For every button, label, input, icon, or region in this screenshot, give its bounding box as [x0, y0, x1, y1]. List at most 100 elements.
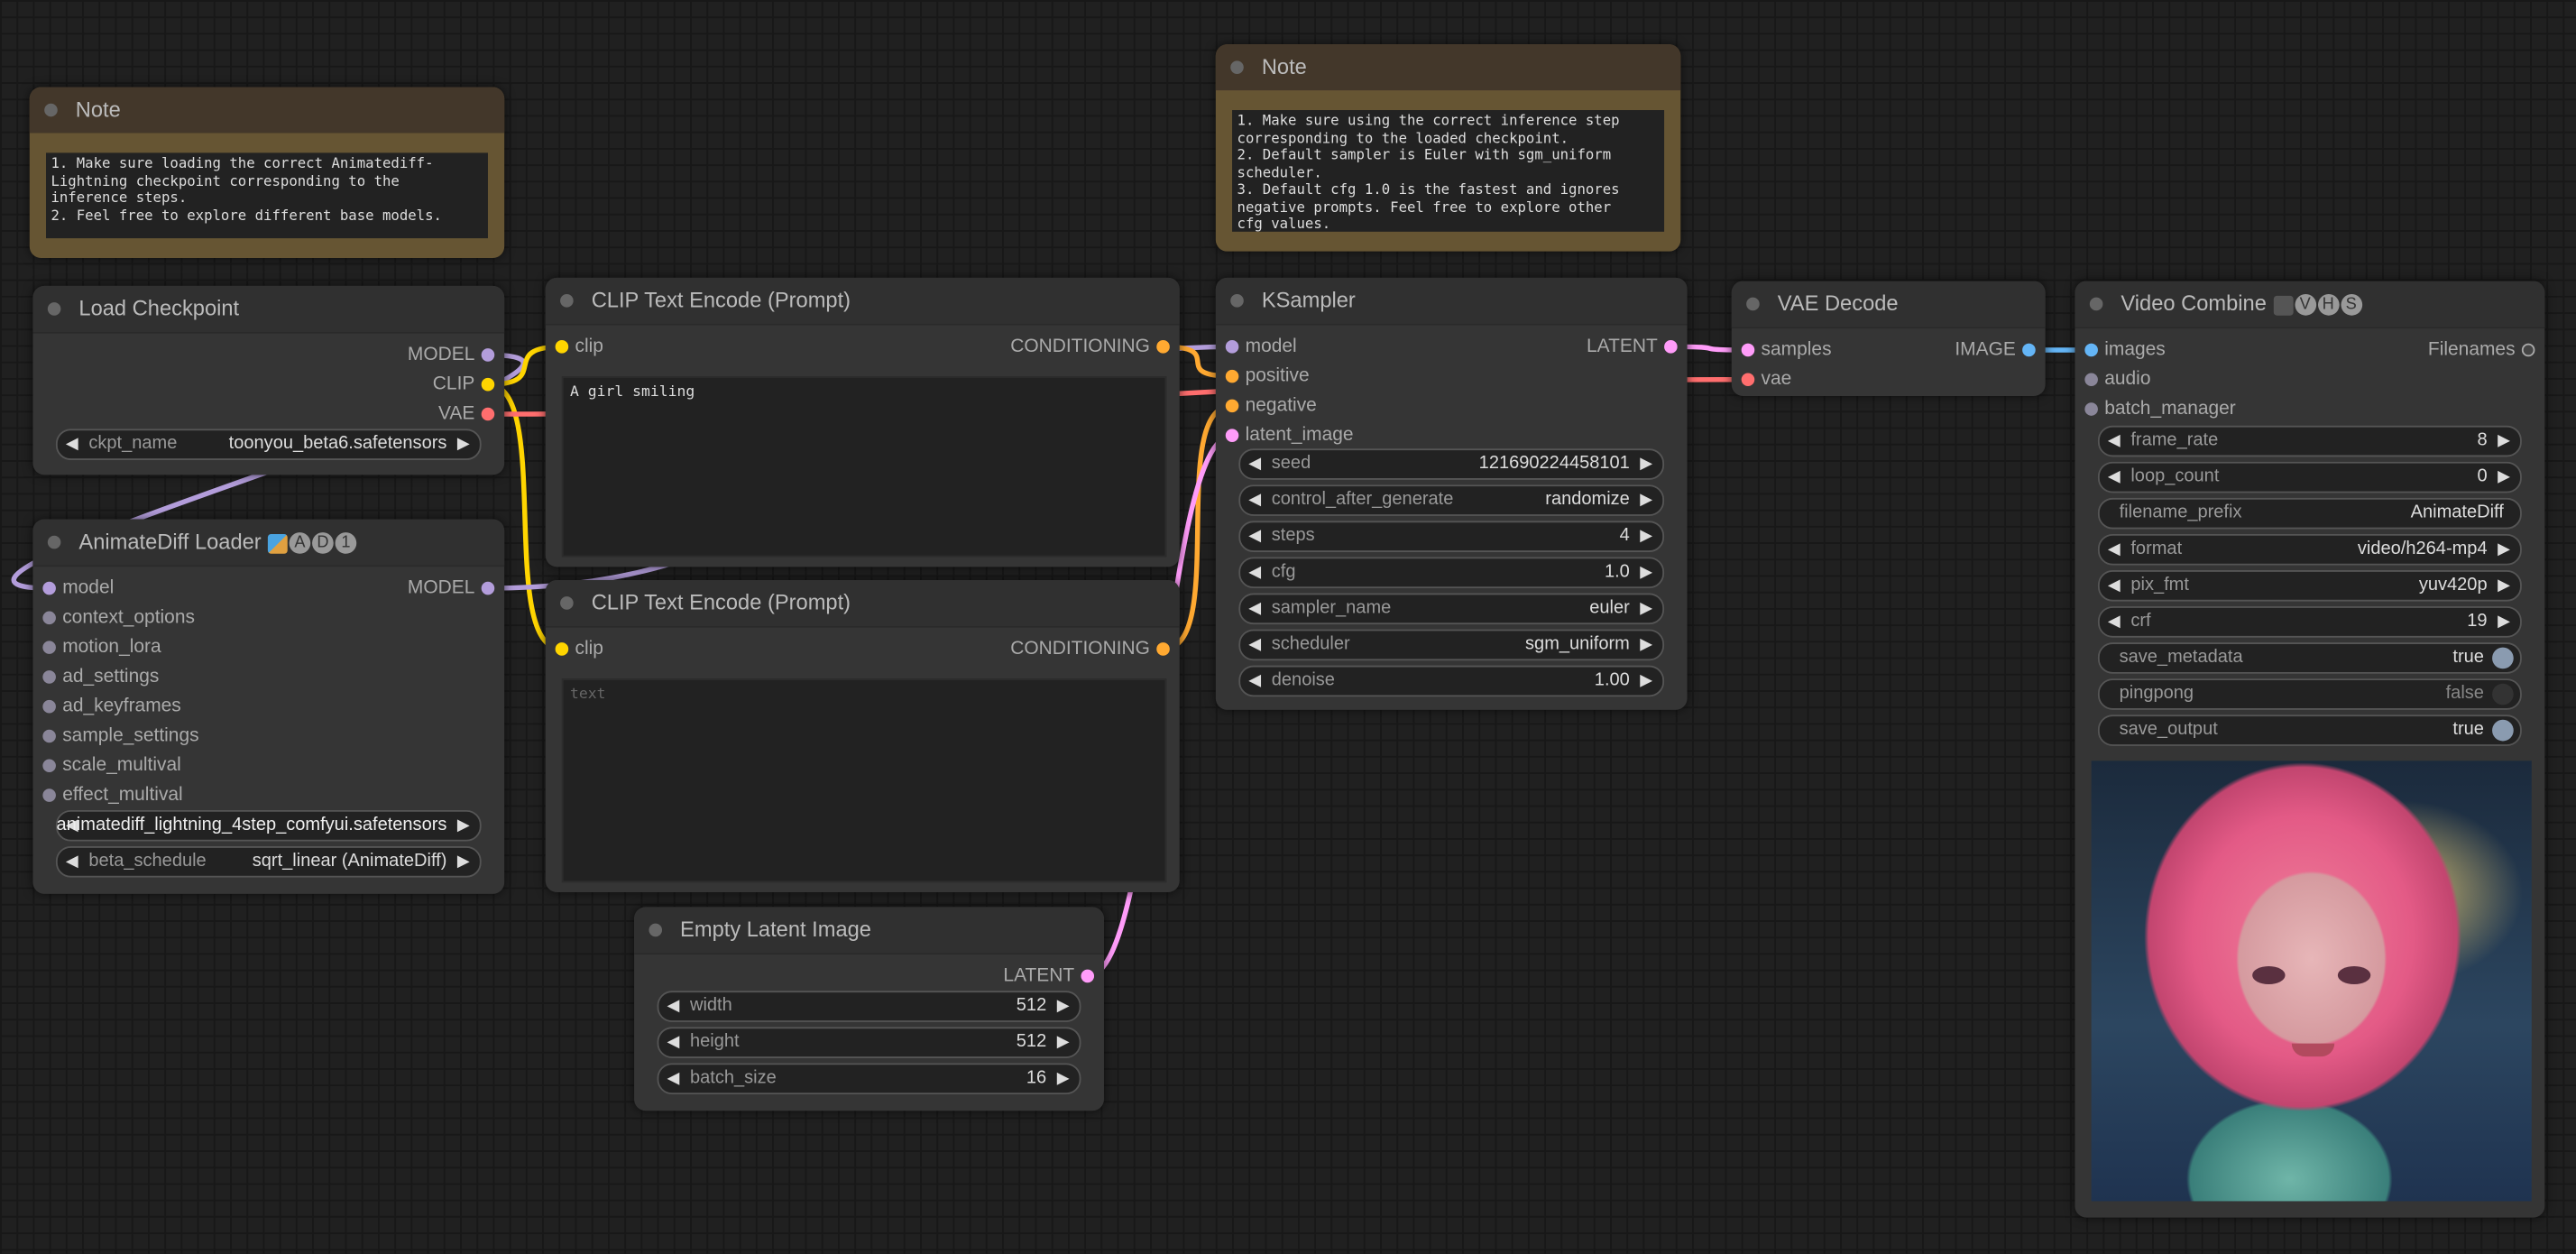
- collapse-dot-icon[interactable]: [2089, 297, 2103, 311]
- input-slot-batch_manager[interactable]: batch_manager: [2084, 394, 2236, 424]
- widget-steps[interactable]: ◀ ▶ steps 4: [1238, 521, 1665, 552]
- input-dot-icon[interactable]: [42, 699, 56, 714]
- clip2-node[interactable]: CLIP Text Encode (Prompt) clip CONDITIONIN…: [545, 579, 1180, 893]
- increment-arrow-icon[interactable]: ▶: [1057, 1065, 1070, 1093]
- increment-arrow-icon[interactable]: ▶: [1640, 450, 1652, 478]
- increment-arrow-icon[interactable]: ▶: [1640, 667, 1652, 695]
- latent-title-bar[interactable]: Empty Latent Image: [634, 907, 1104, 955]
- increment-arrow-icon[interactable]: ▶: [2498, 464, 2510, 492]
- input-slot-ad_keyframes[interactable]: ad_keyframes: [42, 692, 181, 722]
- decrement-arrow-icon[interactable]: ◀: [667, 992, 679, 1020]
- animatediff-title-bar[interactable]: AnimateDiff Loader A D 1: [32, 519, 505, 567]
- decrement-arrow-icon[interactable]: ◀: [1248, 667, 1261, 695]
- output-slot-CLIP[interactable]: CLIP: [433, 370, 495, 400]
- decrement-arrow-icon[interactable]: ◀: [66, 430, 78, 458]
- decrement-arrow-icon[interactable]: ◀: [2108, 464, 2121, 492]
- input-dot-icon[interactable]: [42, 729, 56, 743]
- animatediff-node[interactable]: AnimateDiff Loader A D 1 model context_option…: [32, 519, 505, 894]
- input-dot-icon[interactable]: [1225, 369, 1239, 383]
- collapse-dot-icon[interactable]: [47, 535, 61, 549]
- increment-arrow-icon[interactable]: ▶: [1057, 1028, 1070, 1056]
- note2-title-bar[interactable]: Note: [1215, 44, 1681, 91]
- input-dot-icon[interactable]: [555, 642, 569, 656]
- input-dot-icon[interactable]: [1741, 373, 1755, 387]
- decrement-arrow-icon[interactable]: ◀: [1248, 558, 1261, 586]
- widget-filename_prefix[interactable]: filename_prefix AnimateDiff: [2097, 497, 2522, 530]
- decrement-arrow-icon[interactable]: ◀: [2108, 536, 2121, 564]
- increment-arrow-icon[interactable]: ▶: [1057, 992, 1070, 1020]
- output-dot-icon[interactable]: [1081, 969, 1095, 983]
- output-dot-icon[interactable]: [481, 348, 495, 362]
- input-slot-audio[interactable]: audio: [2084, 364, 2150, 394]
- note-text[interactable]: 1. Make sure loading the correct Animate…: [45, 152, 488, 239]
- increment-arrow-icon[interactable]: ▶: [457, 430, 470, 458]
- widget-beta_schedule[interactable]: ◀ ▶ beta_schedule sqrt_linear (AnimateDiff): [55, 846, 482, 878]
- input-slot-clip[interactable]: clip: [555, 332, 603, 362]
- output-slot-LATENT[interactable]: LATENT: [1003, 962, 1095, 991]
- toggle-knob-icon[interactable]: [2492, 719, 2514, 742]
- output-slot-LATENT[interactable]: LATENT: [1587, 332, 1678, 362]
- output-slot-MODEL[interactable]: MODEL: [408, 340, 495, 370]
- collapse-dot-icon[interactable]: [649, 923, 663, 937]
- toggle-knob-icon[interactable]: [2492, 683, 2514, 705]
- widget-denoise[interactable]: ◀ ▶ denoise 1.00: [1238, 665, 1665, 697]
- input-dot-icon[interactable]: [42, 641, 56, 654]
- widget-width[interactable]: ◀ ▶ width 512: [657, 991, 1081, 1022]
- node-graph-canvas[interactable]: Note 1. Make sure loading the correct Ani…: [0, 0, 2576, 1254]
- input-dot-icon[interactable]: [1741, 343, 1755, 357]
- collapse-dot-icon[interactable]: [560, 596, 574, 610]
- widget-cfg[interactable]: ◀ ▶ cfg 1.0: [1238, 557, 1665, 589]
- input-dot-icon[interactable]: [42, 670, 56, 684]
- note1-node[interactable]: Note 1. Make sure loading the correct Ani…: [29, 87, 505, 258]
- decrement-arrow-icon[interactable]: ◀: [1248, 486, 1261, 514]
- widget-format[interactable]: ◀ ▶ format video/h264-mp4: [2097, 533, 2522, 566]
- input-slot-sample_settings[interactable]: sample_settings: [42, 722, 199, 751]
- input-dot-icon[interactable]: [2084, 343, 2098, 357]
- widget-pingpong[interactable]: pingpong false: [2097, 678, 2522, 710]
- input-dot-icon[interactable]: [42, 759, 56, 773]
- input-dot-icon[interactable]: [42, 611, 56, 625]
- widget-height[interactable]: ◀ ▶ height 512: [657, 1027, 1081, 1058]
- increment-arrow-icon[interactable]: ▶: [1640, 486, 1652, 514]
- input-dot-icon[interactable]: [42, 788, 56, 802]
- widget-ckpt_name[interactable]: ◀ ▶ ckpt_name toonyou_beta6.safetensors: [55, 429, 482, 460]
- ckpt-node[interactable]: Load Checkpoint MODEL CLIP VAE ◀ ▶ ckpt_name to…: [32, 285, 505, 475]
- decrement-arrow-icon[interactable]: ◀: [2108, 608, 2121, 636]
- input-dot-icon[interactable]: [555, 340, 569, 354]
- vaedecode-title-bar[interactable]: VAE Decode: [1731, 281, 2046, 329]
- input-slot-motion_lora[interactable]: motion_lora: [42, 632, 161, 662]
- input-slot-positive[interactable]: positive: [1225, 362, 1310, 392]
- collapse-dot-icon[interactable]: [47, 302, 61, 316]
- decrement-arrow-icon[interactable]: ◀: [1248, 522, 1261, 550]
- increment-arrow-icon[interactable]: ▶: [2498, 608, 2510, 636]
- collapse-dot-icon[interactable]: [44, 103, 58, 117]
- ksampler-title-bar[interactable]: KSampler: [1215, 277, 1688, 326]
- increment-arrow-icon[interactable]: ▶: [1640, 522, 1652, 550]
- collapse-dot-icon[interactable]: [1230, 294, 1244, 308]
- input-dot-icon[interactable]: [1225, 340, 1239, 354]
- note-text[interactable]: 1. Make sure using the correct inference…: [1232, 110, 1665, 234]
- widget-model_name[interactable]: ◀ ▶ animatediff_lightning_4step_comfyui.sa…: [55, 809, 482, 842]
- decrement-arrow-icon[interactable]: ◀: [1248, 631, 1261, 659]
- increment-arrow-icon[interactable]: ▶: [2498, 572, 2510, 600]
- output-slot-IMAGE[interactable]: IMAGE: [1955, 336, 2036, 365]
- input-dot-icon[interactable]: [1225, 399, 1239, 413]
- output-slot-CONDITIONING[interactable]: CONDITIONING: [1010, 634, 1170, 664]
- widget-seed[interactable]: ◀ ▶ seed 121690224458101: [1238, 448, 1665, 480]
- clip1-node[interactable]: CLIP Text Encode (Prompt) clip CONDITIONIN…: [545, 277, 1180, 567]
- widget-loop_count[interactable]: ◀ ▶ loop_count 0: [2097, 461, 2522, 493]
- decrement-arrow-icon[interactable]: ◀: [2108, 428, 2121, 456]
- output-dot-icon[interactable]: [1156, 642, 1170, 656]
- output-slot-MODEL[interactable]: MODEL: [408, 574, 495, 604]
- increment-arrow-icon[interactable]: ▶: [457, 812, 470, 840]
- input-slot-model[interactable]: model: [1225, 332, 1297, 362]
- latent-node[interactable]: Empty Latent Image LATENT ◀ ▶ width 512 ◀ ▶ heig…: [634, 907, 1104, 1111]
- prompt-textarea[interactable]: text: [561, 678, 1167, 883]
- widget-scheduler[interactable]: ◀ ▶ scheduler sgm_uniform: [1238, 629, 1665, 661]
- input-dot-icon[interactable]: [2084, 373, 2098, 387]
- decrement-arrow-icon[interactable]: ◀: [1248, 595, 1261, 622]
- decrement-arrow-icon[interactable]: ◀: [667, 1065, 679, 1093]
- output-slot-CONDITIONING[interactable]: CONDITIONING: [1010, 332, 1170, 362]
- prompt-textarea[interactable]: A girl smiling: [561, 376, 1167, 558]
- decrement-arrow-icon[interactable]: ◀: [2108, 572, 2121, 600]
